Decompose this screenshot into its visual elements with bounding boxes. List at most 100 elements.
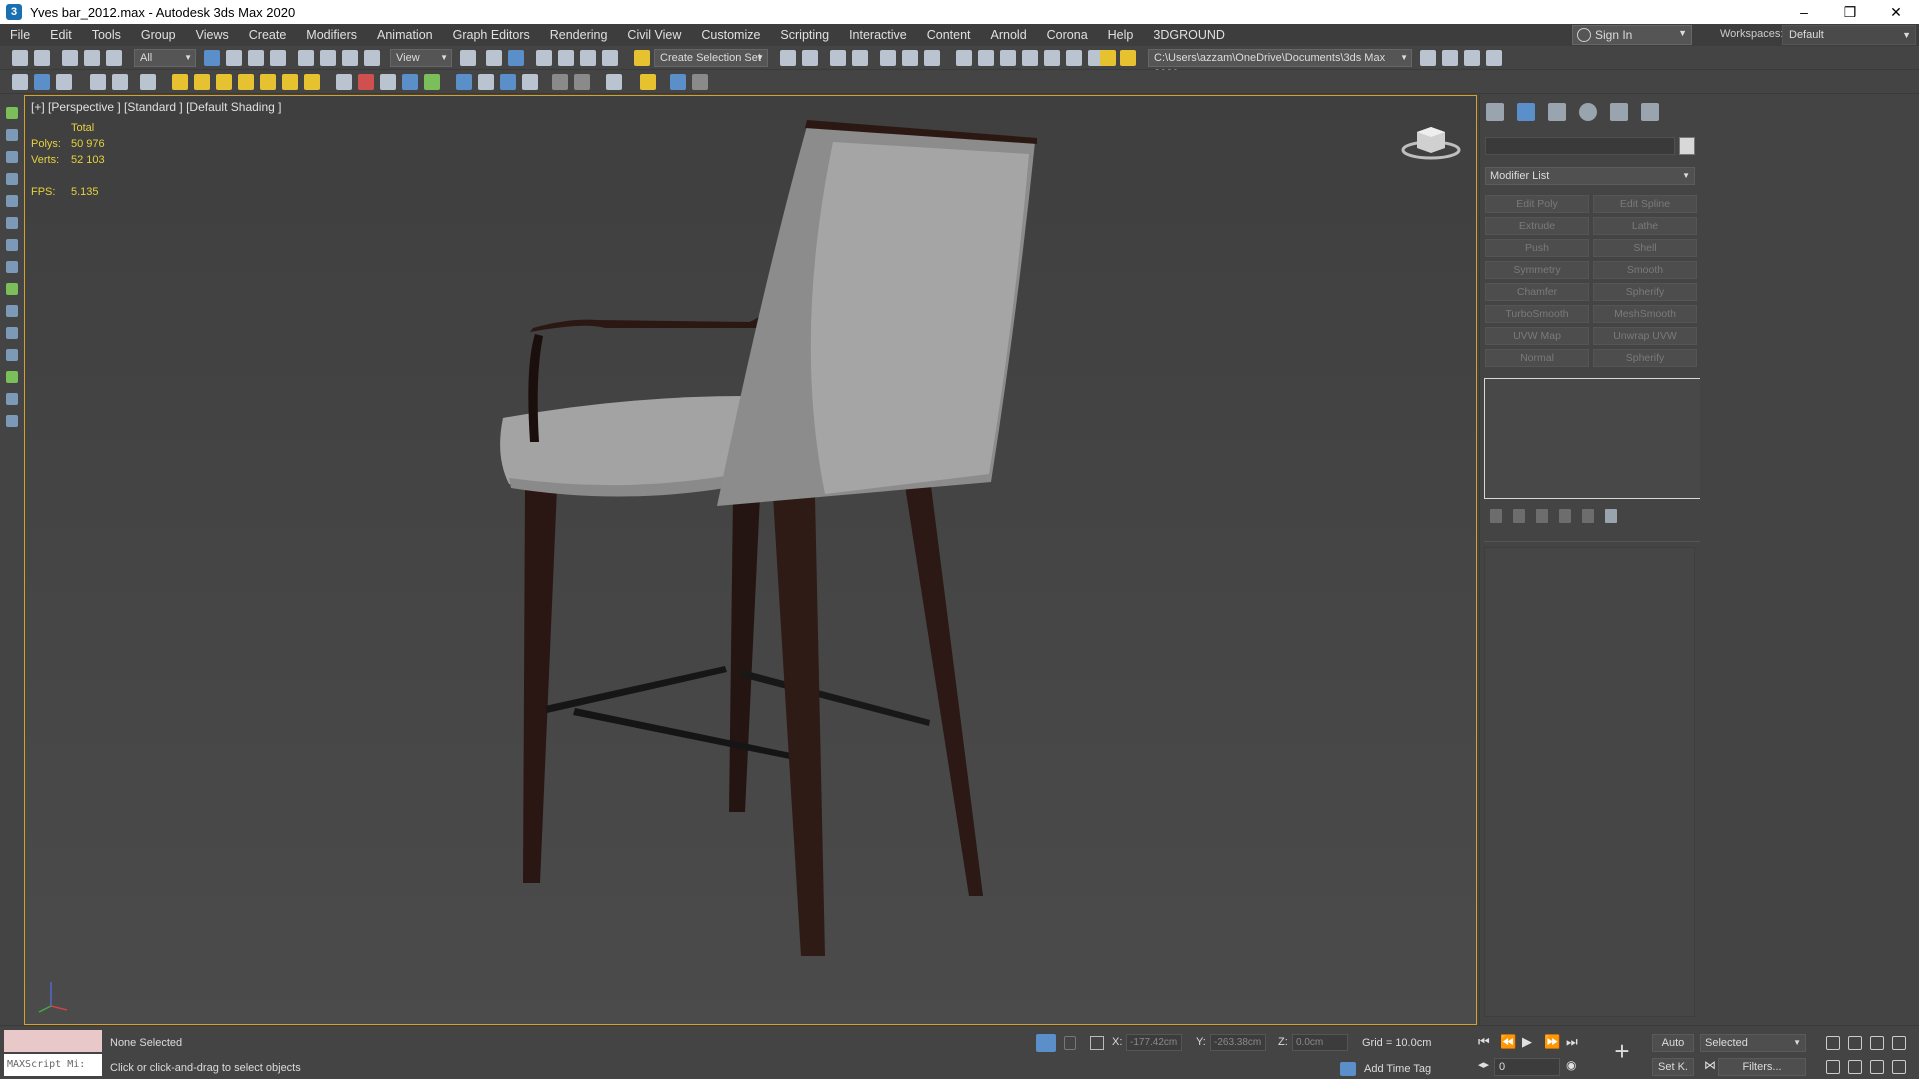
menu-file[interactable]: File — [0, 24, 40, 46]
key-filters-button[interactable]: Filters... — [1718, 1058, 1806, 1076]
render-iterative-icon[interactable] — [1044, 50, 1060, 66]
modifier-button[interactable]: Spherify — [1593, 283, 1697, 301]
zoom-extents-icon[interactable] — [1870, 1036, 1884, 1050]
railclone-icon[interactable] — [692, 74, 708, 90]
modify-strip-icon[interactable] — [6, 151, 18, 163]
utilities-wrench-icon[interactable] — [1641, 103, 1659, 121]
time-config-icon[interactable]: ◂▸ — [1478, 1058, 1489, 1071]
set-project-icon[interactable] — [1442, 50, 1458, 66]
compound-create-icon[interactable] — [402, 74, 418, 90]
chair-leg-back-right[interactable] — [905, 486, 983, 896]
bones-icon[interactable] — [6, 239, 18, 251]
particle-create-icon[interactable] — [380, 74, 396, 90]
select-manipulate-icon[interactable] — [486, 50, 502, 66]
modifier-button[interactable]: Chamfer — [1485, 283, 1589, 301]
geosphere-create-icon[interactable] — [304, 74, 320, 90]
modifier-button[interactable]: Normal — [1485, 349, 1589, 367]
modifier-button[interactable]: Lathe — [1593, 217, 1697, 235]
render-setup-icon[interactable] — [978, 50, 994, 66]
chair-leg-back-left[interactable] — [729, 496, 760, 812]
create-object-icon[interactable] — [6, 107, 18, 119]
spinner-snap-icon[interactable] — [602, 50, 618, 66]
a360-gallery-icon[interactable] — [1100, 50, 1116, 66]
object-color-swatch[interactable] — [1679, 137, 1695, 155]
time-tag-icon[interactable] — [1340, 1062, 1356, 1076]
layer-manager-icon[interactable] — [34, 74, 50, 90]
curve-editor-icon[interactable] — [902, 50, 918, 66]
remove-modifier-icon[interactable] — [1559, 509, 1571, 523]
menu-edit[interactable]: Edit — [40, 24, 82, 46]
auto-key-button[interactable]: Auto — [1652, 1034, 1694, 1052]
chair-leg-front-left[interactable] — [523, 488, 557, 883]
angle-snap-icon[interactable] — [558, 50, 574, 66]
list-icon[interactable] — [6, 327, 18, 339]
pin-stack-icon[interactable] — [1490, 509, 1502, 523]
helper-create-icon[interactable] — [358, 74, 374, 90]
dot-icon[interactable] — [6, 305, 18, 317]
menu-scripting[interactable]: Scripting — [770, 24, 839, 46]
snaps-toggle-icon[interactable] — [536, 50, 552, 66]
window-crossing-icon[interactable] — [270, 50, 286, 66]
light-create-icon[interactable] — [282, 74, 298, 90]
select-scale-icon[interactable] — [342, 50, 358, 66]
absolute-mode-icon[interactable] — [1090, 1036, 1104, 1050]
scene-canvas[interactable] — [25, 96, 1477, 1025]
wave-icon[interactable] — [6, 349, 18, 361]
corona-proxy-icon[interactable] — [552, 74, 568, 90]
select-object-icon[interactable] — [204, 50, 220, 66]
x-coordinate-field[interactable]: -177.42cm — [1126, 1034, 1182, 1051]
workspace-select[interactable]: Default ▼ — [1782, 25, 1916, 45]
modifier-stack[interactable] — [1484, 378, 1701, 499]
menu-create[interactable]: Create — [239, 24, 297, 46]
close-icon[interactable]: ✕ — [1873, 0, 1919, 24]
modifier-button[interactable]: UVW Map — [1485, 327, 1589, 345]
container-icon[interactable] — [56, 74, 72, 90]
menu-rendering[interactable]: Rendering — [540, 24, 618, 46]
cylinder-create-icon[interactable] — [194, 74, 210, 90]
hierarchy-strip-icon[interactable] — [6, 173, 18, 185]
mirror-icon[interactable] — [780, 50, 796, 66]
menu-graph-editors[interactable]: Graph Editors — [443, 24, 540, 46]
plus-strip-icon[interactable] — [6, 371, 18, 383]
scene-state-icon[interactable] — [12, 74, 28, 90]
rectangular-selection-icon[interactable] — [248, 50, 264, 66]
menu-animation[interactable]: Animation — [367, 24, 443, 46]
chair-armrest[interactable] — [530, 292, 782, 332]
trash-icon[interactable] — [1582, 509, 1594, 523]
modifier-button[interactable]: Smooth — [1593, 261, 1697, 279]
menu-help[interactable]: Help — [1098, 24, 1144, 46]
unlink-icon[interactable] — [84, 50, 100, 66]
modifier-button[interactable]: Unwrap UVW — [1593, 327, 1697, 345]
modifier-button[interactable]: Edit Spline — [1593, 195, 1697, 213]
display-tab-icon[interactable] — [1610, 103, 1628, 121]
rendered-frame-window-icon[interactable] — [1000, 50, 1016, 66]
modifier-button[interactable]: Spherify — [1593, 349, 1697, 367]
motion-tab-icon[interactable] — [1579, 103, 1597, 121]
project-folder-select[interactable]: C:\Users\azzam\OneDrive\Documents\3ds Ma… — [1148, 49, 1412, 80]
schematic-view-icon[interactable] — [924, 50, 940, 66]
create-tab-icon[interactable] — [1486, 103, 1504, 121]
z-coordinate-field[interactable]: 0.0cm — [1292, 1034, 1348, 1051]
viewport-label[interactable]: [+] [Perspective ] [Standard ] [Default … — [31, 100, 281, 114]
paint-selection-icon[interactable] — [6, 129, 18, 141]
configure-modifier-sets-icon[interactable] — [1605, 509, 1617, 523]
percent-snap-icon[interactable] — [580, 50, 596, 66]
menu-interactive[interactable]: Interactive — [839, 24, 917, 46]
show-end-result-icon[interactable] — [1513, 509, 1525, 523]
box-create-icon[interactable] — [172, 74, 188, 90]
forest-pack-icon[interactable] — [670, 74, 686, 90]
corona-render-icon[interactable] — [456, 74, 472, 90]
zoom-icon[interactable] — [1826, 1036, 1840, 1050]
previous-frame-icon[interactable]: ⏪ — [1500, 1034, 1516, 1050]
render-production-icon[interactable] — [1022, 50, 1038, 66]
modifier-button[interactable]: Symmetry — [1485, 261, 1589, 279]
modifier-button[interactable]: Edit Poly — [1485, 195, 1589, 213]
time-configuration-icon[interactable]: ◉ — [1566, 1058, 1576, 1072]
display-strip-icon[interactable] — [6, 195, 18, 207]
path-icon[interactable] — [6, 283, 18, 295]
isolate-selection-icon[interactable] — [1036, 1034, 1056, 1052]
project-folder-icon[interactable] — [1420, 50, 1436, 66]
menu-modifiers[interactable]: Modifiers — [296, 24, 367, 46]
restore-icon[interactable]: ❒ — [1827, 0, 1873, 24]
rotate-ring-icon[interactable] — [6, 393, 18, 405]
